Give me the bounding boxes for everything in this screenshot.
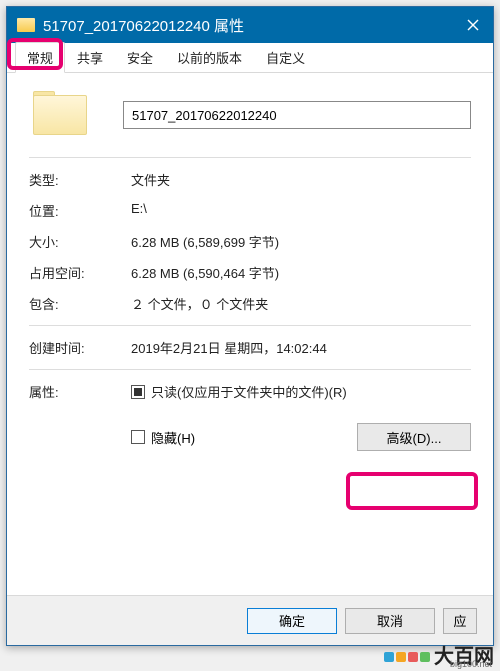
watermark-url: big100.net	[450, 659, 492, 669]
tab-general[interactable]: 常规	[15, 42, 65, 73]
label-contains: 包含:	[29, 294, 131, 313]
watermark-logo-icon	[384, 652, 430, 662]
label-attributes: 属性:	[29, 382, 131, 401]
tab-previous-versions[interactable]: 以前的版本	[165, 42, 254, 73]
value-location: E:\	[131, 201, 471, 216]
watermark: 大百网 big100.net	[384, 647, 494, 667]
folder-icon	[17, 18, 35, 32]
watermark-brand: 大百网	[434, 647, 494, 667]
tab-content-general: 类型: 文件夹 位置: E:\ 大小: 6.28 MB (6,589,699 字…	[7, 73, 493, 461]
titlebar: 51707_20170622012240 属性	[7, 7, 493, 43]
label-size-on-disk: 占用空间:	[29, 263, 131, 282]
close-icon	[467, 19, 479, 31]
advanced-button[interactable]: 高级(D)...	[357, 423, 471, 451]
value-type: 文件夹	[131, 170, 471, 189]
checkbox-hidden[interactable]	[131, 430, 145, 444]
value-created: 2019年2月21日 星期四，14:02:44	[131, 338, 471, 357]
close-button[interactable]	[453, 7, 493, 43]
value-size-on-disk: 6.28 MB (6,590,464 字节)	[131, 263, 471, 282]
value-contains: ２ 个文件，０ 个文件夹	[131, 294, 471, 313]
window-title: 51707_20170622012240 属性	[43, 15, 453, 36]
divider	[29, 325, 471, 326]
label-size: 大小:	[29, 232, 131, 251]
tab-sharing[interactable]: 共享	[65, 42, 115, 73]
divider	[29, 157, 471, 158]
checkbox-readonly[interactable]	[131, 385, 145, 399]
value-size: 6.28 MB (6,589,699 字节)	[131, 232, 471, 251]
label-created: 创建时间:	[29, 338, 131, 357]
tab-security[interactable]: 安全	[115, 42, 165, 73]
checkbox-hidden-label: 隐藏(H)	[151, 428, 195, 447]
cancel-button[interactable]: 取消	[345, 608, 435, 634]
folder-name-input[interactable]	[123, 101, 471, 129]
divider	[29, 369, 471, 370]
dialog-button-bar: 确定 取消 应	[7, 595, 493, 645]
folder-large-icon	[33, 91, 91, 139]
properties-dialog: 51707_20170622012240 属性 常规 共享 安全 以前的版本 自…	[6, 6, 494, 646]
ok-button[interactable]: 确定	[247, 608, 337, 634]
tab-strip: 常规 共享 安全 以前的版本 自定义	[7, 43, 493, 73]
checkbox-readonly-label: 只读(仅应用于文件夹中的文件)(R)	[151, 382, 347, 401]
tab-customize[interactable]: 自定义	[254, 42, 317, 73]
label-type: 类型:	[29, 170, 131, 189]
apply-button[interactable]: 应	[443, 608, 477, 634]
label-location: 位置:	[29, 201, 131, 220]
